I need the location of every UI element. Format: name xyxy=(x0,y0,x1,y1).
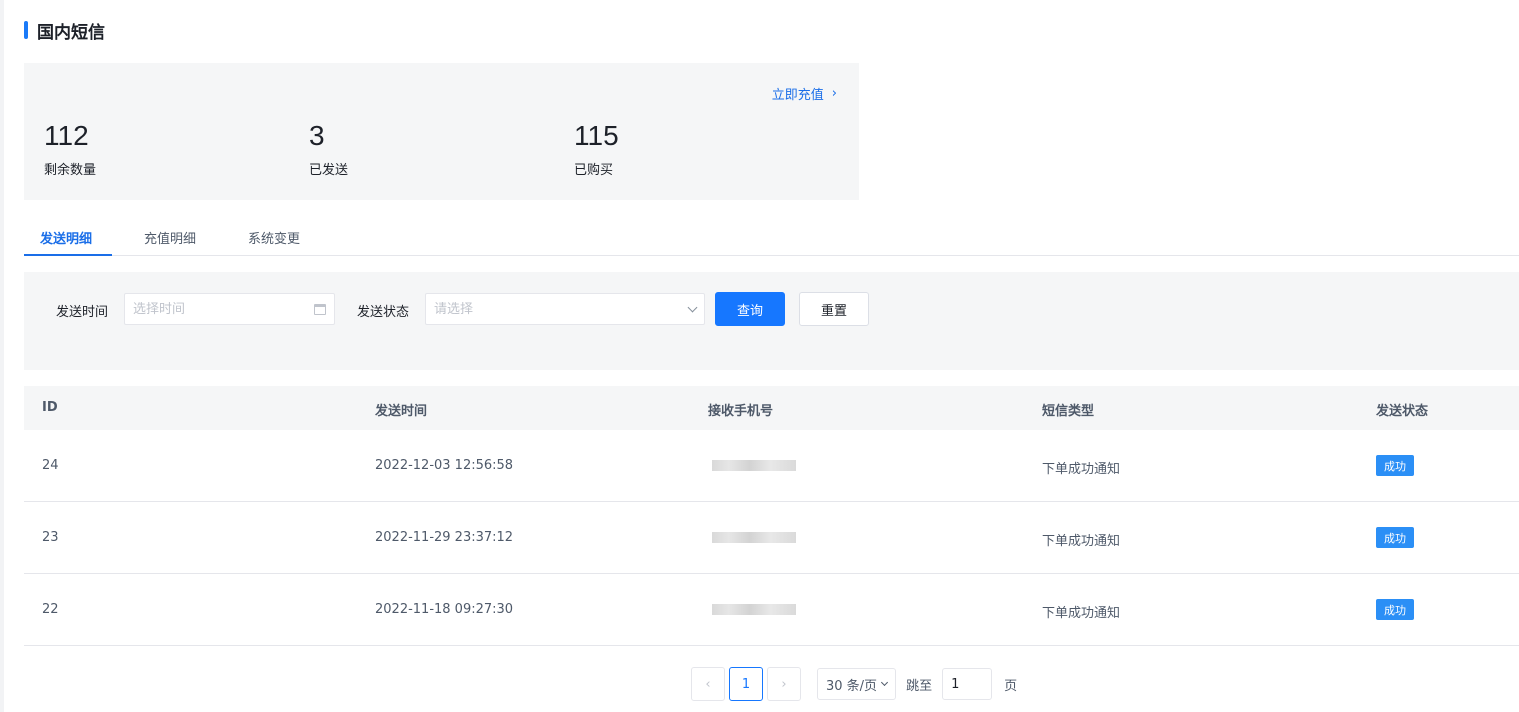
column-header-sms-type: 短信类型 xyxy=(1042,404,1095,419)
prev-page-button[interactable]: ‹ xyxy=(691,667,725,701)
tab-recharge-details[interactable]: 充值明细 xyxy=(144,228,196,247)
jump-label: 跳至 xyxy=(906,678,933,694)
cell-send-time: 2022-11-18 09:27:30 xyxy=(375,602,514,617)
send-status-label: 发送状态 xyxy=(357,305,410,320)
stat-purchased-value: 115 xyxy=(574,120,619,151)
stat-sent: 3 已发送 xyxy=(309,119,348,178)
send-status-select[interactable] xyxy=(425,293,705,325)
column-header-phone: 接收手机号 xyxy=(708,404,774,419)
pagination: ‹ 1 › 30 条/页 跳至 页 xyxy=(691,667,1017,701)
chevron-down-icon[interactable] xyxy=(881,678,889,687)
masked-phone-number xyxy=(712,604,796,615)
tab-send-details[interactable]: 发送明细 xyxy=(40,228,92,247)
send-time-label: 发送时间 xyxy=(56,305,109,320)
jump-page-field[interactable] xyxy=(942,668,993,700)
tab-bar: 发送明细 充值明细 系统变更 xyxy=(24,222,1519,256)
tab-system-changes[interactable]: 系统变更 xyxy=(248,228,300,247)
page-size-select[interactable]: 30 条/页 xyxy=(817,668,897,700)
sms-send-table: ID 发送时间 接收手机号 短信类型 发送状态 24 2022-12-03 12… xyxy=(24,386,1519,646)
page-number-button[interactable]: 1 xyxy=(729,667,763,701)
stat-remaining-value: 112 xyxy=(44,120,89,151)
stat-sent-value: 3 xyxy=(309,120,325,151)
status-badge: 成功 xyxy=(1376,527,1414,548)
query-button[interactable]: 查询 xyxy=(715,292,785,326)
page-size-label[interactable]: 30 条/页 xyxy=(826,675,877,694)
cell-id: 23 xyxy=(42,530,59,545)
stat-remaining: 112 剩余数量 xyxy=(44,119,96,178)
send-status-input[interactable] xyxy=(434,301,689,317)
stat-sent-label: 已发送 xyxy=(309,163,349,178)
column-header-send-time: 发送时间 xyxy=(375,404,428,419)
cell-id: 24 xyxy=(42,458,59,473)
table-row: 22 2022-11-18 09:27:30 下单成功通知 成功 xyxy=(24,574,1519,646)
stat-purchased: 115 已购买 xyxy=(574,119,619,178)
table-row: 23 2022-11-29 23:37:12 下单成功通知 成功 xyxy=(24,502,1519,574)
filter-panel: 发送时间 发送状态 查询 重置 xyxy=(24,272,1519,370)
active-tab-indicator xyxy=(24,254,112,256)
table-header: ID 发送时间 接收手机号 短信类型 发送状态 xyxy=(24,386,1519,430)
cell-sms-type: 下单成功通知 xyxy=(1042,462,1121,477)
page-title-text: 国内短信 xyxy=(37,22,105,43)
send-time-input[interactable] xyxy=(133,301,314,317)
status-badge: 成功 xyxy=(1376,599,1414,620)
left-edge xyxy=(0,0,4,712)
chevron-down-icon[interactable] xyxy=(687,302,698,312)
cell-sms-type: 下单成功通知 xyxy=(1042,606,1121,621)
column-header-id: ID xyxy=(42,400,58,415)
table-row: 24 2022-12-03 12:56:58 下单成功通知 成功 xyxy=(24,430,1519,502)
page-title: 国内短信 xyxy=(24,18,105,43)
chevron-right-icon[interactable]: › xyxy=(832,86,837,101)
page: 国内短信 立即充值 › 112 剩余数量 3 已发送 115 已购买 发送明细 … xyxy=(0,0,1519,712)
title-accent-bar xyxy=(24,21,28,39)
cell-sms-type: 下单成功通知 xyxy=(1042,534,1121,549)
column-header-status: 发送状态 xyxy=(1376,404,1429,419)
calendar-icon[interactable] xyxy=(314,303,326,315)
page-unit-label: 页 xyxy=(1004,678,1018,694)
cell-send-time: 2022-12-03 12:56:58 xyxy=(375,458,514,473)
next-page-button[interactable]: › xyxy=(767,667,801,701)
status-badge: 成功 xyxy=(1376,455,1414,476)
recharge-link-label[interactable]: 立即充值 xyxy=(772,84,824,103)
send-time-picker[interactable] xyxy=(124,293,335,325)
stat-purchased-label: 已购买 xyxy=(574,163,614,178)
jump-page-input[interactable] xyxy=(951,676,984,692)
masked-phone-number xyxy=(712,532,796,543)
cell-id: 22 xyxy=(42,602,59,617)
stats-card: 立即充值 › 112 剩余数量 3 已发送 115 已购买 xyxy=(24,63,859,200)
recharge-link[interactable]: 立即充值 › xyxy=(772,84,837,103)
reset-button[interactable]: 重置 xyxy=(799,292,869,326)
cell-send-time: 2022-11-29 23:37:12 xyxy=(375,530,514,545)
masked-phone-number xyxy=(712,460,796,471)
stat-remaining-label: 剩余数量 xyxy=(44,163,97,178)
